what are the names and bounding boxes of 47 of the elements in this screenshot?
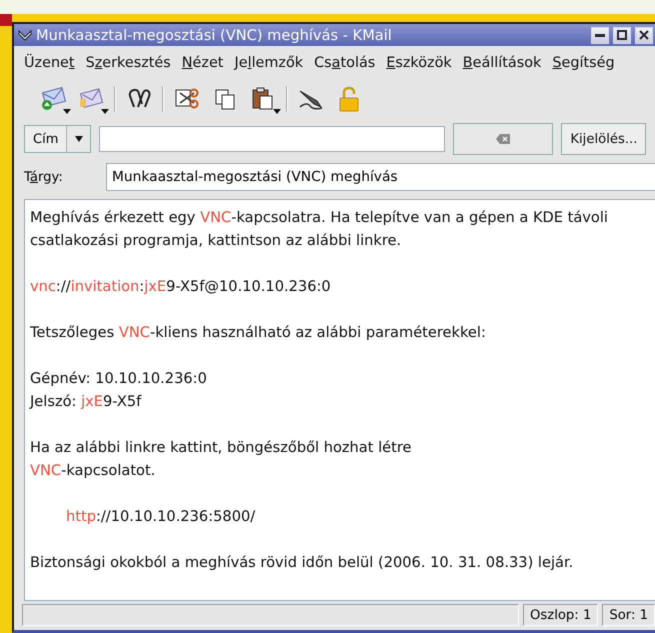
- window-title: Munkaasztal-megosztási (VNC) meghívás - KMail: [36, 26, 393, 44]
- select-recipients-button[interactable]: Kijelölés...: [561, 123, 646, 155]
- scissors-icon: [174, 87, 200, 111]
- subject-field[interactable]: Munkaasztal-megosztási (VNC) meghívás: [106, 163, 655, 191]
- message-line: Biztonsági okokból a meghívás rövid időn belül (2006. 10. 31. 08.33) lejár.: [30, 553, 574, 573]
- minimize-icon: [595, 34, 605, 36]
- copy-icon: [213, 87, 237, 111]
- corner-marker: [0, 14, 12, 26]
- message-body[interactable]: [24, 199, 655, 601]
- close-button[interactable]: [635, 26, 653, 44]
- clear-button[interactable]: [453, 123, 554, 155]
- dropdown-arrow-button[interactable]: [66, 126, 90, 152]
- minimize-button[interactable]: [591, 26, 609, 44]
- menu-item[interactable]: Nézet: [182, 55, 224, 71]
- address-type-dropdown[interactable]: Cím: [24, 125, 92, 153]
- status-field: Oszlop: 1: [523, 604, 598, 626]
- message-line: Tetszőleges VNC-kliens használható az alábbi paraméterekkel:: [30, 323, 486, 343]
- menu-item[interactable]: Beállítások: [462, 55, 542, 71]
- window-menu-icon[interactable]: [18, 29, 32, 41]
- maximize-icon: [617, 30, 627, 40]
- message-line: csatlakozási programja, kattintson az alábbi linkre.: [30, 231, 402, 251]
- maximize-button[interactable]: [613, 26, 631, 44]
- message-line: VNC-kapcsolatot.: [30, 461, 156, 481]
- message-line: Ha az alábbi linkre kattint, böngészőből hozhat létre: [30, 438, 412, 458]
- subject-label: Tárgy:: [24, 170, 64, 184]
- menu-item[interactable]: Csatolás: [314, 55, 376, 71]
- backspace-icon: [495, 133, 512, 145]
- message-line: http://10.10.10.236:5800/: [65, 507, 256, 527]
- menu-item[interactable]: Eszközök: [386, 55, 452, 71]
- padlock-icon: [337, 86, 361, 112]
- menu-item[interactable]: Szerkesztés: [86, 55, 171, 71]
- status-field: Sor: 1: [602, 604, 655, 626]
- message-line: Jelszó: jxE9-X5f: [30, 392, 142, 412]
- menu-item[interactable]: Jellemzők: [234, 55, 304, 71]
- close-icon: [639, 30, 649, 40]
- caret-icon: [74, 136, 83, 142]
- message-line: Gépnév: 10.10.10.236:0: [30, 369, 207, 389]
- dropdown-arrow-icon: [63, 109, 71, 114]
- message-line: vnc://invitation:jxE9-X5f@10.10.10.236:0: [30, 277, 331, 297]
- menu-item[interactable]: Üzenet: [24, 55, 75, 71]
- dropdown-arrow-icon: [273, 109, 281, 114]
- recipient-field[interactable]: [99, 126, 446, 152]
- menu-item[interactable]: Segítség: [552, 55, 615, 71]
- clipboard-icon: [251, 87, 275, 111]
- dropdown-arrow-icon: [101, 109, 109, 114]
- envelope-icon: [40, 87, 66, 111]
- message-line: Meghívás érkezett egy VNC-kapcsolatra. Ha telepítve van a gépen a KDE távoli: [30, 208, 608, 228]
